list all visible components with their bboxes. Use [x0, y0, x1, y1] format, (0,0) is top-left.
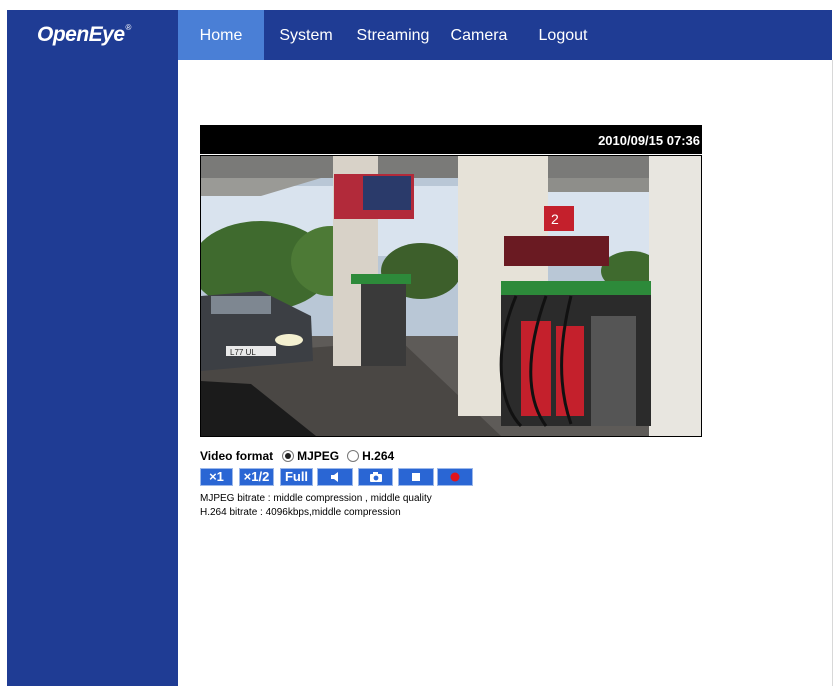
- fullscreen-button[interactable]: Full: [280, 468, 313, 486]
- snapshot-button[interactable]: [358, 468, 393, 486]
- video-format-row: Video format MJPEG H.264: [200, 449, 394, 463]
- nav-home[interactable]: Home: [178, 10, 264, 60]
- openeye-logo[interactable]: OpenEye®: [37, 23, 131, 47]
- zoom-1x-button[interactable]: ×1: [200, 468, 233, 486]
- camera-icon: [369, 472, 382, 482]
- car-plate: L77 UL: [230, 348, 256, 357]
- logo-text: OpenEye: [37, 23, 125, 46]
- speaker-icon: [331, 472, 338, 482]
- zoom-half-button[interactable]: ×1/2: [239, 468, 274, 486]
- h264-radio[interactable]: [347, 450, 360, 462]
- live-video-frame: 2 L77 UL: [201, 156, 701, 436]
- stop-icon: [412, 473, 420, 481]
- logo-registered-mark: ®: [125, 23, 132, 32]
- record-button[interactable]: [437, 468, 473, 486]
- h264-label[interactable]: H.264: [362, 449, 394, 463]
- top-nav: Home System Streaming Camera Logout: [178, 10, 832, 60]
- live-video[interactable]: 2 L77 UL: [200, 155, 702, 437]
- video-format-label: Video format: [200, 449, 274, 463]
- mjpeg-bitrate-info: MJPEG bitrate : middle compression , mid…: [200, 493, 432, 504]
- nav-system[interactable]: System: [266, 10, 346, 60]
- audio-button[interactable]: [317, 468, 353, 486]
- nav-camera[interactable]: Camera: [444, 10, 514, 60]
- timestamp-bar: 2010/09/15 07:36: [200, 125, 702, 154]
- pump-price-sign: 2: [551, 211, 559, 227]
- nav-streaming[interactable]: Streaming: [350, 10, 436, 60]
- mjpeg-radio[interactable]: [282, 450, 295, 462]
- mjpeg-label[interactable]: MJPEG: [297, 449, 339, 463]
- record-icon: [450, 472, 460, 482]
- nav-logout[interactable]: Logout: [530, 10, 596, 60]
- timestamp: 2010/09/15 07:36: [598, 133, 700, 148]
- h264-bitrate-info: H.264 bitrate : 4096kbps,middle compress…: [200, 507, 401, 518]
- sidebar: OpenEye®: [7, 10, 178, 686]
- stop-button[interactable]: [398, 468, 434, 486]
